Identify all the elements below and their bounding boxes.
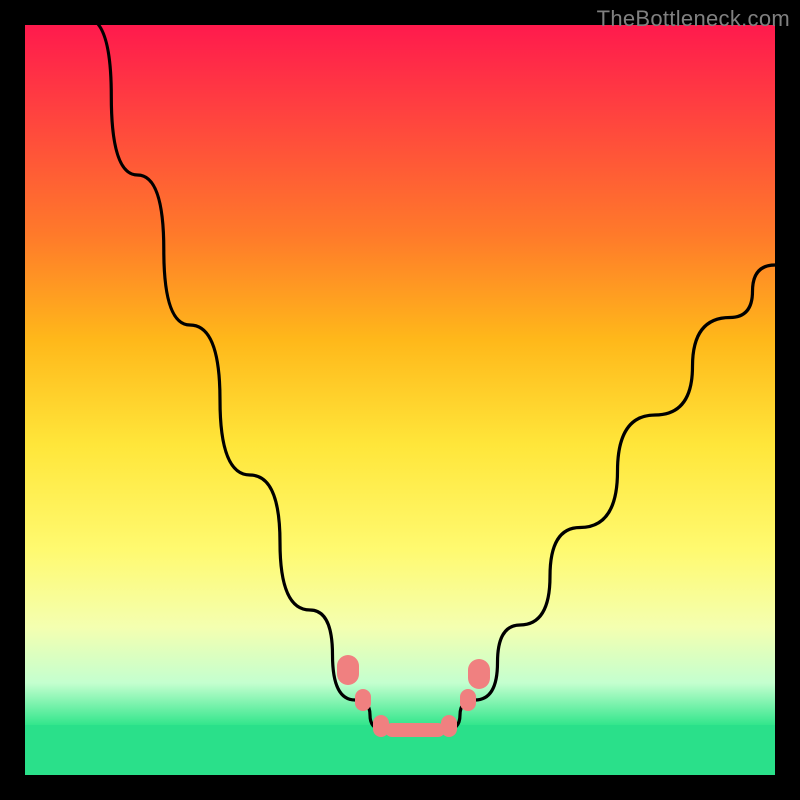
curve-marker bbox=[468, 659, 490, 689]
curve-marker bbox=[337, 655, 359, 685]
watermark-text: TheBottleneck.com bbox=[597, 6, 790, 32]
curve-marker bbox=[355, 689, 371, 711]
heat-gradient bbox=[25, 25, 775, 725]
chart-frame bbox=[25, 25, 775, 775]
curve-marker bbox=[460, 689, 476, 711]
curve-marker bbox=[385, 723, 445, 737]
curve-marker bbox=[441, 715, 457, 737]
